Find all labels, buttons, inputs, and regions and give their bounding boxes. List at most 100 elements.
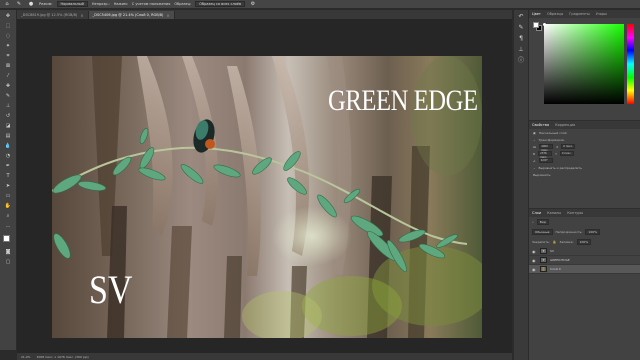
opacity-input[interactable]: 100% <box>585 229 600 235</box>
tab-gradients[interactable]: Градиенты <box>569 12 589 16</box>
hand-tool-icon[interactable]: ✋ <box>2 202 14 210</box>
chevron-down-icon[interactable]: ⌄ <box>533 138 536 142</box>
search-icon: ⌕ <box>532 220 534 224</box>
tab-label: _DSC8819.jpg @ 12.5% (RGB/8) <box>21 13 78 17</box>
lasso-tool-icon[interactable]: ◌ <box>2 32 14 40</box>
tab-channels[interactable]: Каналы <box>547 211 561 215</box>
brush-tool-icon[interactable]: ✎ <box>2 92 14 100</box>
foreground-color[interactable] <box>533 22 539 28</box>
w-label: Ш <box>533 144 537 149</box>
color-swatches[interactable] <box>2 234 14 246</box>
tab-document-2[interactable]: _DSC5406.jpg @ 21.4% (Слой 0, RGB/8) × <box>88 11 175 19</box>
eye-icon[interactable]: ◉ <box>532 267 537 272</box>
eyedropper-tool-icon[interactable]: ⁄ <box>2 72 14 80</box>
move-tool-icon[interactable]: ✥ <box>2 12 14 20</box>
brush-size-icon[interactable]: ● <box>27 1 35 7</box>
sample-select[interactable]: Образец со всех слоёв <box>195 1 246 7</box>
color-picker-field[interactable] <box>544 24 624 104</box>
eye-icon[interactable]: ◉ <box>532 249 537 254</box>
marquee-tool-icon[interactable]: ⬚ <box>2 22 14 30</box>
align-title: Выровнять и распределить <box>538 165 582 170</box>
hue-slider[interactable] <box>627 24 634 104</box>
mode-select[interactable]: Нормальный <box>56 1 88 7</box>
settings-icon[interactable]: ⚙ <box>249 1 257 7</box>
pressure-label: Нажим: <box>113 2 128 6</box>
brush-tool-icon[interactable]: ✎ <box>15 1 23 7</box>
tab-color[interactable]: Цвет <box>532 12 541 16</box>
lock-row: Закрепить: 🔒 Заливка: 100% <box>529 237 640 247</box>
shape-tool-icon[interactable]: ▭ <box>2 192 14 200</box>
tab-properties[interactable]: Свойства <box>532 123 549 127</box>
layer-row[interactable]: ◉ T SV <box>529 247 640 256</box>
tab-document-1[interactable]: _DSC8819.jpg @ 12.5% (RGB/8) × <box>17 11 89 19</box>
clone-source-icon[interactable]: ⊥ <box>518 47 523 53</box>
tab-adjustments[interactable]: Коррекция <box>555 123 575 127</box>
layer-type-label: Пиксельный слой <box>538 130 567 135</box>
status-bar: 21,4% 3008 пикс. x 1976 пикс. (300 ppi) <box>17 353 512 360</box>
properties-panel: Свойства Коррекция ▣ Пиксельный слой ⌄ Т… <box>529 120 640 205</box>
healing-brush-tool-icon[interactable]: ✚ <box>2 82 14 90</box>
color-picker-cursor[interactable] <box>543 23 546 26</box>
lock-icon[interactable]: 🔒 <box>553 240 557 244</box>
layers-filter-row: ⌕ Вид <box>529 217 640 227</box>
zoom-tool-icon[interactable]: ⌕ <box>2 212 14 220</box>
brush-settings-icon[interactable]: ✎ <box>518 25 523 31</box>
tab-swatches[interactable]: Образцы <box>547 12 563 16</box>
tab-layers[interactable]: Слои <box>532 211 541 215</box>
transform-size-row: Ш 4000 пикс. X 0 пикс. <box>529 143 640 152</box>
tools-panel: ✥ ⬚ ◌ ✦ ⌗ ⊠ ⁄ ✚ ✎ ⊥ ↺ ◪ ▤ 💧 ◔ ✒ T ➤ ▭ ✋ … <box>0 10 16 350</box>
frame-tool-icon[interactable]: ⊠ <box>2 62 14 70</box>
screen-mode-icon[interactable]: ▢ <box>2 258 14 266</box>
align-label: Выровнять: <box>533 172 552 177</box>
width-input[interactable]: 4000 пикс. <box>539 144 554 152</box>
layer-row[interactable]: ◉ T GREEN EDGE <box>529 256 640 265</box>
angle-input[interactable]: 0,00° <box>538 158 553 163</box>
dodge-tool-icon[interactable]: ◔ <box>2 152 14 160</box>
zoom-level[interactable]: 21,4% <box>21 355 31 359</box>
tab-patterns[interactable]: Узоры <box>596 12 607 16</box>
x-input[interactable]: 0 пикс. <box>561 144 576 149</box>
overlay-option[interactable]: С учетом наложения <box>132 2 171 6</box>
info-icon[interactable]: ⓘ <box>518 58 524 64</box>
more-tools-icon[interactable]: … <box>2 222 14 230</box>
y-input[interactable]: 0 пикс. <box>559 151 574 156</box>
canvas-area[interactable]: GREEN EDGE SV <box>17 19 512 353</box>
height-input[interactable]: 2376 пикс. <box>538 151 553 159</box>
quick-mask-icon[interactable]: ◙ <box>2 248 14 256</box>
document-size: 3008 пикс. x 1976 пикс. (300 ppi) <box>36 354 89 359</box>
layer-row[interactable]: ◉ Слой 0 <box>529 265 640 274</box>
color-swatch-pair[interactable] <box>533 22 542 31</box>
transform-title: Трансформиров. <box>538 137 565 142</box>
foreground-color[interactable] <box>3 235 10 242</box>
crop-tool-icon[interactable]: ⌗ <box>2 52 14 60</box>
tab-paths[interactable]: Контуры <box>567 211 583 215</box>
chevron-down-icon[interactable]: ⌄ <box>533 166 536 170</box>
clone-stamp-tool-icon[interactable]: ⊥ <box>2 102 14 110</box>
type-tool-icon[interactable]: T <box>2 172 14 180</box>
color-panel <box>529 18 640 118</box>
signature-text-layer[interactable]: SV <box>89 270 132 310</box>
title-text-layer[interactable]: GREEN EDGE <box>328 86 478 116</box>
path-select-tool-icon[interactable]: ➤ <box>2 182 14 190</box>
blur-tool-icon[interactable]: 💧 <box>2 142 14 150</box>
text-layer-thumb: T <box>540 257 547 263</box>
history-brush-tool-icon[interactable]: ↺ <box>2 112 14 120</box>
close-icon[interactable]: × <box>80 13 83 18</box>
quick-select-tool-icon[interactable]: ✦ <box>2 42 14 50</box>
layer-filter-select[interactable]: Вид <box>536 219 549 225</box>
pen-tool-icon[interactable]: ✒ <box>2 162 14 170</box>
document-canvas[interactable]: GREEN EDGE SV <box>52 56 482 338</box>
lock-label: Закрепить: <box>532 240 550 244</box>
blend-mode-select[interactable]: Обычные <box>532 229 553 235</box>
history-icon[interactable]: ↶ <box>518 14 523 20</box>
document-tabs: _DSC8819.jpg @ 12.5% (RGB/8) × _DSC5406.… <box>17 10 512 19</box>
fill-input[interactable]: 100% <box>576 239 592 245</box>
eye-icon[interactable]: ◉ <box>532 258 537 263</box>
opacity-label: Непрозр.: <box>91 2 110 6</box>
eraser-tool-icon[interactable]: ◪ <box>2 122 14 130</box>
gradient-tool-icon[interactable]: ▤ <box>2 132 14 140</box>
paragraph-icon[interactable]: ¶ <box>519 36 523 42</box>
home-icon[interactable]: ⌂ <box>3 1 11 7</box>
fill-label: Заливка: <box>559 240 574 244</box>
close-icon[interactable]: × <box>166 13 169 18</box>
